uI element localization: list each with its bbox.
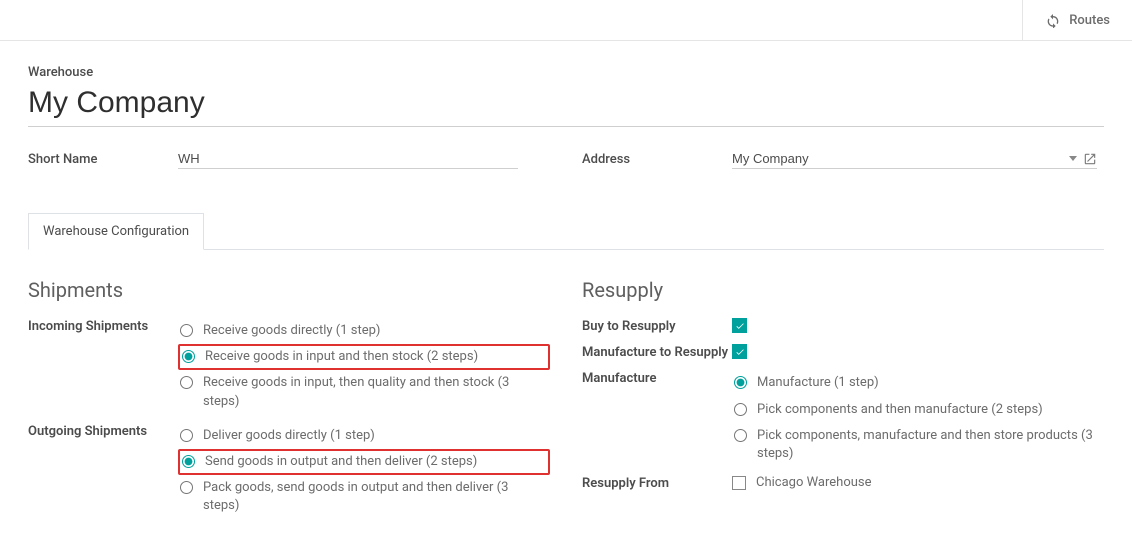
check-icon <box>735 347 745 357</box>
shipments-title: Shipments <box>28 278 550 302</box>
resupply-from-label: Resupply From <box>582 475 732 493</box>
tab-warehouse-configuration[interactable]: Warehouse Configuration <box>28 213 204 250</box>
buy-to-resupply-checkbox[interactable] <box>732 318 747 333</box>
incoming-shipments-label: Incoming Shipments <box>28 318 178 415</box>
incoming-option-1[interactable]: Receive goods directly (1 step) <box>178 318 550 344</box>
short-name-input[interactable] <box>178 149 518 169</box>
radio-incoming-2step[interactable] <box>182 350 195 363</box>
external-link-icon[interactable] <box>1083 152 1097 166</box>
warehouse-name-input[interactable] <box>28 84 1104 127</box>
radio-manufacture-2step[interactable] <box>734 403 747 416</box>
radio-incoming-1step[interactable] <box>180 324 193 337</box>
buy-to-resupply-label: Buy to Resupply <box>582 318 732 336</box>
chevron-down-icon[interactable] <box>1069 156 1077 161</box>
radio-outgoing-2step[interactable] <box>182 455 195 468</box>
manufacture-option-3[interactable]: Pick components, manufacture and then st… <box>732 423 1104 467</box>
routes-label: Routes <box>1069 13 1110 28</box>
manufacture-label: Manufacture <box>582 370 732 467</box>
address-input[interactable] <box>732 149 1063 168</box>
outgoing-option-2[interactable]: Send goods in output and then deliver (2… <box>178 449 550 475</box>
resupply-from-chicago-checkbox[interactable] <box>732 476 746 490</box>
radio-manufacture-3step[interactable] <box>734 429 747 442</box>
radio-incoming-3step[interactable] <box>180 376 193 389</box>
check-icon <box>735 321 745 331</box>
refresh-icon <box>1045 12 1061 28</box>
resupply-title: Resupply <box>582 278 1104 302</box>
routes-button[interactable]: Routes <box>1022 0 1132 40</box>
outgoing-shipments-label: Outgoing Shipments <box>28 423 178 520</box>
radio-outgoing-3step[interactable] <box>180 481 193 494</box>
incoming-option-2[interactable]: Receive goods in input and then stock (2… <box>178 344 550 370</box>
short-name-label: Short Name <box>28 152 178 167</box>
manufacture-option-1[interactable]: Manufacture (1 step) <box>732 370 1104 396</box>
address-label: Address <box>582 152 732 167</box>
manufacture-option-2[interactable]: Pick components and then manufacture (2 … <box>732 397 1104 423</box>
incoming-option-3[interactable]: Receive goods in input, then quality and… <box>178 370 550 414</box>
manufacture-to-resupply-checkbox[interactable] <box>732 344 747 359</box>
radio-manufacture-1step[interactable] <box>734 376 747 389</box>
resupply-from-option-label: Chicago Warehouse <box>756 475 872 490</box>
warehouse-label: Warehouse <box>28 65 1104 80</box>
outgoing-option-3[interactable]: Pack goods, send goods in output and the… <box>178 475 550 519</box>
manufacture-to-resupply-label: Manufacture to Resupply <box>582 344 732 362</box>
outgoing-option-1[interactable]: Deliver goods directly (1 step) <box>178 423 550 449</box>
radio-outgoing-1step[interactable] <box>180 429 193 442</box>
